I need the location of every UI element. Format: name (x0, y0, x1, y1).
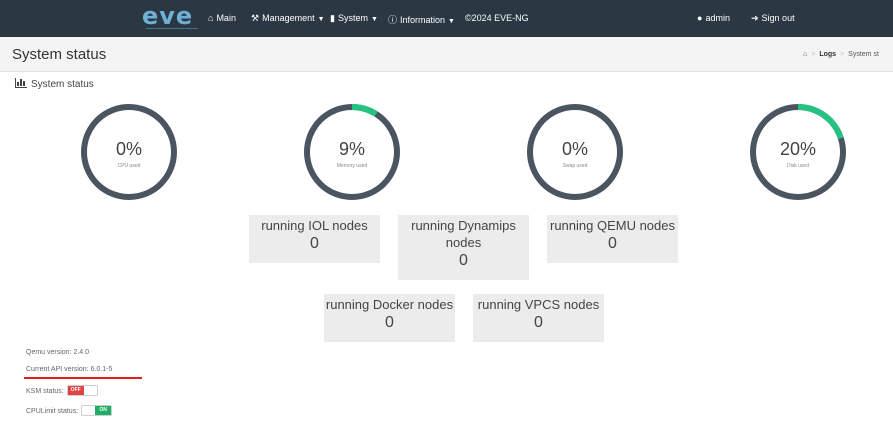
gauge-swap-value: 0% (561, 139, 588, 159)
chevron-down-icon: ▼ (317, 16, 325, 23)
gauge-cpu: 0% CPU used (80, 103, 178, 201)
running-dynamips-nodes: running Dynamips nodes 0 (398, 215, 529, 280)
running-vpcs-nodes-count: 0 (534, 314, 543, 331)
gauge-disk: 20% Disk used (749, 103, 847, 201)
api-version-underline (24, 377, 142, 379)
running-dynamips-nodes-title: running Dynamips nodes (411, 218, 516, 250)
running-qemu-nodes-title: running QEMU nodes (549, 218, 675, 233)
nav-signout[interactable]: ➜ Sign out (751, 13, 795, 24)
bar-chart-icon (15, 78, 27, 88)
book-icon: ▮ (330, 13, 335, 23)
page-title: System status (12, 46, 107, 63)
breadcrumb-logs[interactable]: Logs (819, 51, 836, 58)
gauge-disk-value: 20% (779, 139, 817, 159)
gauge-memory-label: Memory used (336, 163, 368, 169)
chevron-down-icon: ▼ (370, 16, 378, 23)
nav-management-label: Management (262, 13, 315, 23)
home-icon[interactable]: ⌂ (803, 51, 807, 58)
nav-main[interactable]: ⌂ Main (208, 13, 236, 23)
running-iol-nodes: running IOL nodes 0 (249, 215, 380, 263)
qemu-version: Qemu version: 2.4.0 (26, 349, 90, 356)
running-docker-nodes: running Docker nodes 0 (324, 294, 455, 342)
gauge-swap-label: Swap used (562, 163, 588, 169)
chevron-down-icon: ▼ (448, 18, 455, 25)
box-title: System status (15, 78, 94, 90)
running-dynamips-nodes-count: 0 (459, 252, 468, 269)
cpulimit-status-label: CPULimit status: (26, 408, 79, 415)
running-qemu-nodes: running QEMU nodes 0 (547, 215, 678, 263)
ksm-toggle-label: OFF (67, 386, 84, 395)
top-navbar: eve ⌂ Main ⚒ Management ▼ ▮ System ▼ ⓘ Informa… (0, 0, 893, 37)
nav-copyright: ©2024 EVE-NG (465, 13, 529, 23)
user-icon: ● (697, 13, 703, 23)
sign-out-icon: ➜ (751, 13, 759, 23)
cpulimit-toggle-label: ON (95, 406, 112, 415)
wrench-icon: ⚒ (251, 13, 260, 23)
running-vpcs-nodes: running VPCS nodes 0 (473, 294, 604, 342)
box-title-label: System status (31, 79, 94, 90)
running-docker-nodes-count: 0 (385, 314, 394, 331)
cpulimit-status: CPULimit status: ON (26, 405, 113, 416)
info-icon: ⓘ (388, 15, 398, 25)
nav-user-label: admin (705, 13, 730, 23)
gauge-disk-label: Disk used (787, 163, 809, 169)
ksm-toggle[interactable]: OFF (66, 385, 98, 396)
home-icon: ⌂ (208, 13, 214, 23)
nav-signout-label: Sign out (761, 13, 795, 23)
nav-management[interactable]: ⚒ Management ▼ (251, 13, 325, 24)
running-docker-nodes-title: running Docker nodes (325, 297, 454, 312)
breadcrumb-current: System st (848, 51, 879, 58)
ksm-status-label: KSM status: (26, 388, 64, 395)
gauge-swap: 0% Swap used (526, 103, 624, 201)
nav-system-label: System (337, 13, 368, 23)
ksm-status: KSM status: OFF (26, 385, 98, 396)
running-iol-nodes-title: running IOL nodes (261, 218, 368, 233)
running-iol-nodes-count: 0 (310, 235, 319, 252)
running-vpcs-nodes-title: running VPCS nodes (477, 297, 600, 312)
breadcrumb: ⌂ > Logs > System st (803, 51, 879, 58)
nav-information-label: Information (400, 15, 446, 25)
gauge-memory: 9% Memory used (303, 103, 401, 201)
running-qemu-nodes-count: 0 (608, 235, 617, 252)
cpulimit-toggle[interactable]: ON (81, 405, 113, 416)
gauge-cpu-label: CPU used (117, 163, 141, 169)
gauge-cpu-value: 0% (115, 139, 142, 159)
nav-main-label: Main (216, 13, 236, 23)
gauge-memory-value: 9% (338, 139, 365, 159)
logo-underline (146, 28, 198, 32)
nav-system[interactable]: ▮ System ▼ (330, 13, 378, 24)
page-header: System status ⌂ > Logs > System st (0, 37, 893, 72)
nav-information[interactable]: ⓘ Information ▼ (388, 13, 455, 26)
api-version: Current API version: 6.0.1-5 (26, 366, 113, 373)
nav-user[interactable]: ● admin (697, 13, 730, 23)
